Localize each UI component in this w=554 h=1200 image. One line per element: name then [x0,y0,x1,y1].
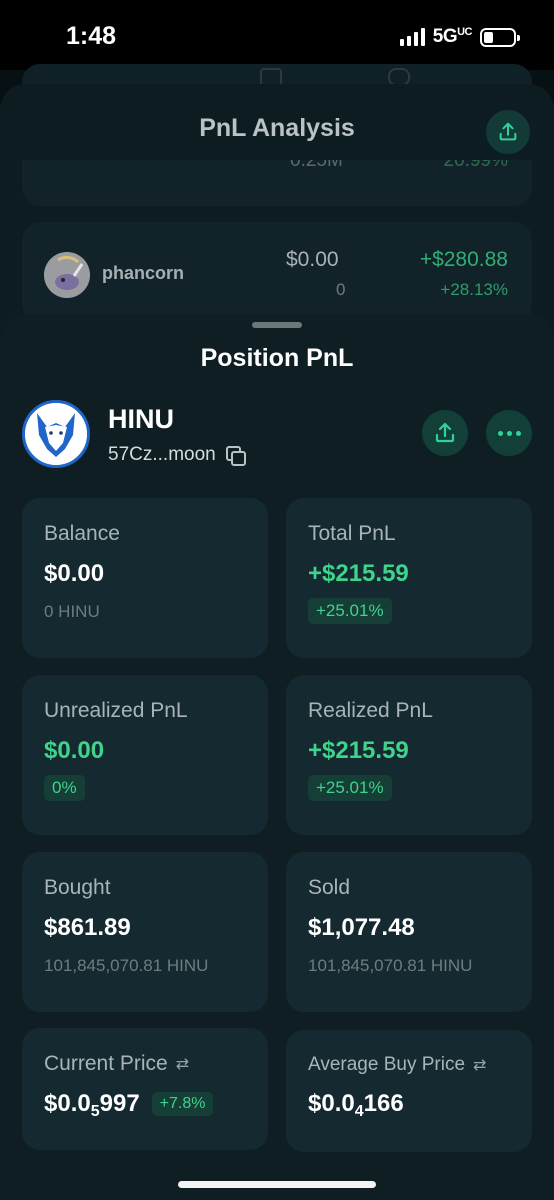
average-buy-price-card: Average Buy Price ⇄ $0.04166 [286,1030,532,1152]
current-price-label-row: Current Price ⇄ [44,1052,246,1076]
background-row-partial: 0.25M 20.99% [22,160,532,206]
balance-sub: 0 HINU [44,602,100,621]
position-pnl-sheet: Position PnL HINU 57Cz...moon Balance $0… [0,314,554,1200]
home-indicator[interactable] [178,1181,376,1188]
token-logo [22,400,90,468]
token-address-text: 57Cz...moon [108,444,216,465]
status-time: 1:48 [66,22,117,50]
background-row-value: $0.00 [286,248,339,271]
sold-sub: 101,845,070.81 HINU [308,956,473,975]
background-position-row[interactable]: phancorn $0.00 0 +$280.88 +28.13% [22,222,532,322]
swap-icon[interactable]: ⇄ [176,1054,189,1074]
more-button[interactable] [486,410,532,456]
sheet-grabber[interactable] [252,322,302,328]
current-price-value: $0.05997 [44,1090,140,1120]
status-bar: 1:48 5GUC [0,0,554,70]
battery-icon [480,27,520,47]
bought-label: Bought [44,876,111,899]
background-row-amount: 0 [336,280,346,299]
sold-value: $1,077.48 [308,914,415,941]
total-pnl-percent-badge: +25.01% [308,598,392,624]
bought-value: $861.89 [44,914,131,941]
network-label: 5GUC [432,26,473,47]
swap-icon[interactable]: ⇄ [473,1055,486,1075]
background-row-pnl-percent: +28.13% [440,280,508,299]
unrealized-pnl-value: $0.00 [44,737,105,764]
more-icon [497,430,521,436]
balance-card: Balance $0.00 0 HINU [22,498,268,658]
unrealized-pnl-percent-badge: 0% [44,775,85,801]
total-pnl-value: +$215.59 [308,560,409,587]
unrealized-pnl-card: Unrealized PnL $0.00 0% [22,675,268,835]
current-price-label: Current Price [44,1052,168,1075]
realized-pnl-percent-badge: +25.01% [308,775,392,801]
price-change-badge: +7.8% [151,1092,214,1116]
background-share-button[interactable] [486,110,530,154]
sold-card: Sold $1,077.48 101,845,070.81 HINU [286,852,532,1012]
avatar [44,252,90,298]
average-buy-price-label: Average Buy Price [308,1054,466,1075]
total-pnl-card: Total PnL +$215.59 +25.01% [286,498,532,658]
unrealized-pnl-label: Unrealized PnL [44,699,188,722]
balance-label: Balance [44,522,120,545]
background-title: PnL Analysis [199,114,355,142]
sold-label: Sold [308,876,351,899]
page: 1:48 5GUC PnL Analysis 0.25M 20.99% phan… [0,0,554,1200]
background-cut-pnl: 20.99% [443,160,508,171]
share-icon [435,422,455,443]
background-row-pnl: +$280.88 [419,248,508,271]
current-price-value-row: $0.05997 +7.8% [44,1090,246,1120]
token-address[interactable]: 57Cz...moon [108,444,246,466]
realized-pnl-value: +$215.59 [308,737,409,764]
current-price-card: Current Price ⇄ $0.05997 +7.8% [22,1028,268,1150]
status-indicators: 5GUC [399,26,520,48]
bought-sub: 101,845,070.81 HINU [44,956,209,975]
share-button[interactable] [422,410,468,456]
total-pnl-label: Total PnL [308,522,396,545]
signal-icon [399,28,425,46]
share-icon [499,122,517,141]
background-cut-value: 0.25M [290,160,343,171]
balance-value: $0.00 [44,560,105,587]
realized-pnl-label: Realized PnL [308,699,433,722]
sheet-title: Position PnL [200,344,354,372]
copy-icon[interactable] [225,446,246,466]
token-symbol: HINU [108,404,174,434]
bought-card: Bought $861.89 101,845,070.81 HINU [22,852,268,1012]
realized-pnl-card: Realized PnL +$215.59 +25.01% [286,675,532,835]
average-buy-price-label-row: Average Buy Price ⇄ [308,1054,510,1076]
background-row-name: phancorn [102,263,185,283]
average-buy-price-value: $0.04166 [308,1090,404,1120]
